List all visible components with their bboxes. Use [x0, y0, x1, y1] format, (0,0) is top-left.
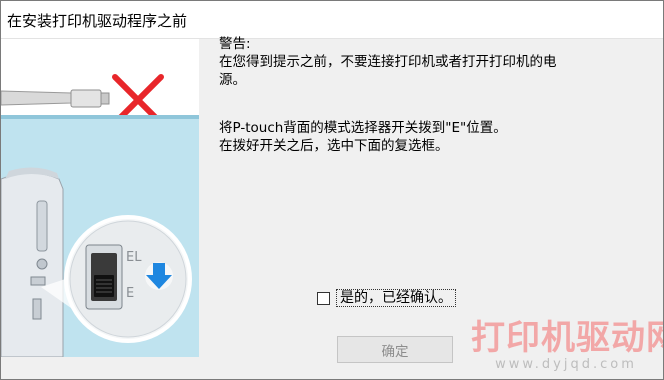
- title-bar: 在安装打印机驱动程序之前: [1, 1, 663, 39]
- setup-dialog: 在安装打印机驱动程序之前 EL E 警告: 在您得到提示之前，不要连接打印机或者…: [0, 0, 664, 380]
- arrow-down-icon: [145, 262, 173, 290]
- warning-text-line2: 源。: [219, 72, 246, 88]
- confirm-checkbox-row[interactable]: 是的，已经确认。: [317, 289, 456, 307]
- instruction-text-line1: 将P-touch背面的模式选择器开关拨到"E"位置。: [219, 120, 507, 136]
- watermark-text: 打印机驱动网: [471, 318, 664, 358]
- watermark: 打印机驱动网 www.dyjqd.com: [471, 318, 664, 373]
- instruction-text-line2: 在拨好开关之后，选中下面的复选框。: [219, 138, 449, 154]
- confirm-checkbox[interactable]: [317, 291, 330, 305]
- confirm-checkbox-label[interactable]: 是的，已经确认。: [336, 289, 456, 307]
- ok-button[interactable]: 确定: [337, 336, 453, 363]
- printer-icon: [1, 167, 64, 357]
- switch-label-el: EL: [126, 250, 142, 265]
- warning-heading: 警告:: [219, 36, 251, 52]
- dialog-title: 在安装打印机驱动程序之前: [7, 12, 188, 30]
- watermark-url: www.dyjqd.com: [495, 357, 637, 372]
- switch-label-e: E: [126, 286, 134, 301]
- illustration-panel: EL E: [1, 39, 199, 357]
- warning-text-line1: 在您得到提示之前，不要连接打印机或者打开打印机的电: [219, 54, 557, 70]
